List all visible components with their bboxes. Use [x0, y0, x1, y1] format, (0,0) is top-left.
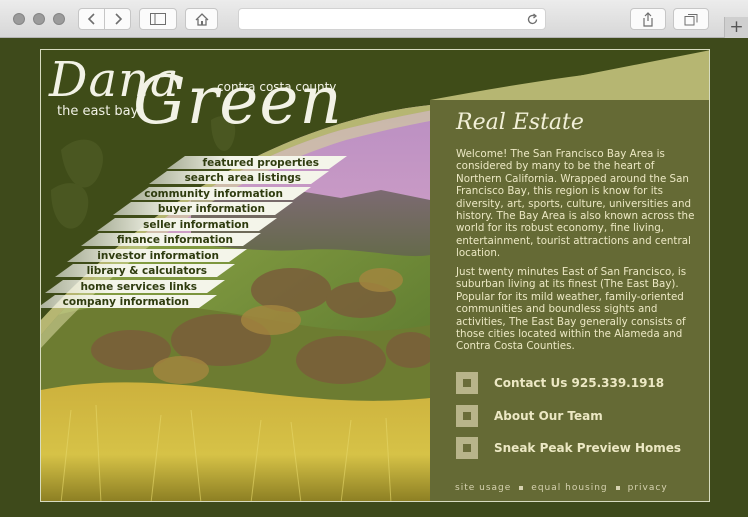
nav-company-information[interactable]: company information [40, 295, 217, 308]
separator-icon [519, 486, 524, 490]
window-close-icon[interactable] [13, 13, 25, 25]
home-button[interactable] [185, 8, 218, 30]
nav-buyer-information[interactable]: buyer information [113, 202, 293, 215]
nav-featured-properties[interactable]: featured properties [167, 156, 347, 169]
preview-homes-link[interactable]: Sneak Peak Preview Homes [456, 437, 681, 459]
back-button[interactable] [78, 8, 105, 30]
about-team-label: About Our Team [494, 409, 603, 423]
intro-paragraph: Welcome! The San Francisco Bay Area is c… [456, 148, 695, 260]
nav-search-area-listings[interactable]: search area listings [149, 171, 329, 184]
panel-title: Real Estate [456, 110, 584, 135]
nav-library-calculators[interactable]: library & calculators [55, 264, 235, 277]
window-minimize-icon[interactable] [33, 13, 45, 25]
about-team-link[interactable]: About Our Team [456, 405, 603, 427]
logo-tagline-east-bay: the east bay [57, 104, 139, 119]
home-icon [195, 12, 208, 26]
preview-homes-label: Sneak Peak Preview Homes [494, 441, 682, 455]
square-bullet-icon [456, 405, 478, 427]
tabs-icon [684, 13, 698, 25]
logo-green[interactable]: Green [133, 62, 343, 139]
address-bar[interactable] [238, 8, 546, 30]
website-frame: Dana Green the east bay contra costa cou… [40, 49, 710, 502]
nav-home-services-links[interactable]: home services links [45, 280, 225, 293]
reload-icon[interactable] [526, 13, 539, 26]
window-zoom-icon[interactable] [53, 13, 65, 25]
privacy-link[interactable]: privacy [628, 483, 668, 493]
separator-icon [615, 486, 620, 490]
tabs-button[interactable] [673, 8, 709, 30]
share-button[interactable] [630, 8, 666, 30]
east-bay-paragraph: Just twenty minutes East of San Francisc… [456, 266, 687, 353]
chevron-left-icon [87, 13, 95, 25]
contact-us-link[interactable]: Contact Us 925.339.1918 [456, 372, 664, 394]
nav-investor-information[interactable]: investor information [67, 249, 247, 262]
new-tab-button[interactable]: + [724, 17, 748, 38]
browser-toolbar: + [0, 0, 748, 38]
nav-community-information[interactable]: community information [131, 187, 311, 200]
footer-links: site usage equal housing privacy [455, 483, 668, 493]
logo-tagline-county: contra costa county [217, 80, 337, 94]
nav-seller-information[interactable]: seller information [97, 218, 277, 231]
nav-finance-information[interactable]: finance information [81, 233, 261, 246]
square-bullet-icon [456, 372, 478, 394]
content-panel: Real Estate Welcome! The San Francisco B… [430, 100, 709, 501]
equal-housing-link[interactable]: equal housing [531, 483, 607, 493]
sidebar-icon [150, 13, 166, 25]
chevron-right-icon [114, 13, 122, 25]
site-usage-link[interactable]: site usage [455, 483, 511, 493]
contact-us-label: Contact Us 925.339.1918 [494, 376, 665, 390]
square-bullet-icon [456, 437, 478, 459]
forward-button[interactable] [104, 8, 131, 30]
sidebar-button[interactable] [139, 8, 177, 30]
share-icon [643, 11, 653, 27]
